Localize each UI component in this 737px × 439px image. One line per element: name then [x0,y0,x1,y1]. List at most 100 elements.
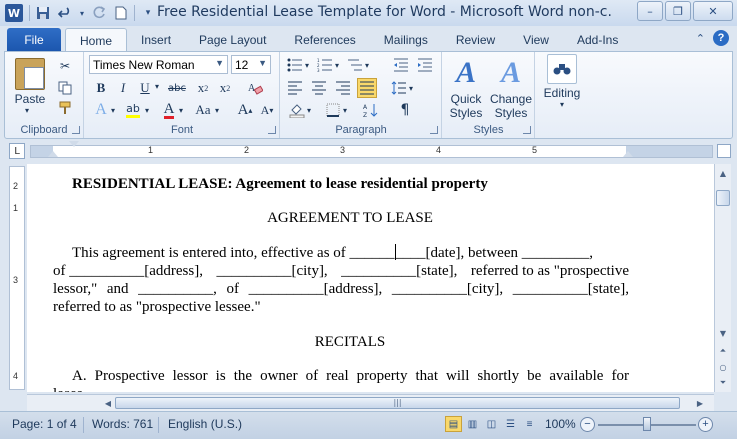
draft-view-icon[interactable]: ≡ [521,416,538,432]
minimize-icon[interactable]: – [637,1,663,21]
change-case-icon[interactable]: Aa [193,100,213,120]
underline-button[interactable]: U [135,78,155,98]
subscript-button[interactable]: x2 [193,78,213,98]
change-case-dropdown-icon[interactable]: ▾ [215,106,219,115]
vertical-scrollbar[interactable]: ▲ ▼ ⏶ ○ ⏷ [714,164,731,392]
quick-styles-button[interactable]: A Quick Styles [443,56,489,120]
horizontal-ruler[interactable]: 1 2 3 4 5 [30,141,713,158]
font-name-combo[interactable]: Times New Roman ▼ [89,55,228,74]
clipboard-dialog-launcher-icon[interactable] [72,126,80,134]
decrease-indent-icon[interactable] [391,55,411,75]
clear-formatting-icon[interactable]: A [245,78,265,98]
tab-add-ins[interactable]: Add-Ins [563,28,632,52]
line-spacing-icon[interactable] [389,78,409,98]
language-status[interactable]: English (U.S.) [168,417,242,431]
tab-references[interactable]: References [280,28,369,52]
bold-button[interactable]: B [91,78,111,98]
customize-qat-icon[interactable]: ▾ [139,4,157,22]
web-layout-icon[interactable]: ◫ [483,416,500,432]
shading-icon[interactable] [287,100,307,120]
justify-icon[interactable] [357,78,377,98]
paste-dropdown-icon[interactable]: ▾ [25,106,29,115]
full-screen-reading-icon[interactable]: ▥ [464,416,481,432]
superscript-button[interactable]: x2 [215,78,235,98]
multilevel-dropdown-icon[interactable]: ▾ [365,61,369,70]
multilevel-list-icon[interactable] [345,55,365,75]
underline-dropdown-icon[interactable]: ▾ [155,82,159,91]
select-browse-object-icon[interactable]: ○ [716,360,730,374]
zoom-out-icon[interactable]: − [580,417,595,432]
undo-icon[interactable] [56,4,74,22]
scroll-right-icon[interactable]: ▶ [693,396,707,410]
italic-button[interactable]: I [113,78,133,98]
borders-dropdown-icon[interactable]: ▾ [343,106,347,115]
format-painter-icon[interactable] [55,98,75,118]
minimize-ribbon-icon[interactable]: ⌃ [696,32,705,45]
tab-mailings[interactable]: Mailings [370,28,442,52]
right-indent-marker[interactable] [623,151,633,157]
tab-page-layout[interactable]: Page Layout [185,28,280,52]
undo-dropdown-icon[interactable]: ▾ [78,4,86,22]
vertical-scroll-thumb[interactable] [716,190,730,206]
scroll-down-icon[interactable]: ▼ [716,326,730,340]
tab-stop-selector[interactable]: L [9,143,25,159]
font-dialog-launcher-icon[interactable] [268,126,276,134]
paste-button[interactable]: Paste ▾ [7,52,53,118]
editing-button[interactable]: Editing ▾ [538,54,586,116]
tab-home[interactable]: Home [65,28,128,52]
view-ruler-icon[interactable] [717,144,731,158]
borders-icon[interactable] [323,100,343,120]
tab-review[interactable]: Review [442,28,509,52]
numbering-icon[interactable]: 123 [315,55,335,75]
highlight-dropdown-icon[interactable]: ▾ [145,106,149,115]
font-color-dropdown-icon[interactable]: ▾ [179,106,183,115]
change-styles-button[interactable]: A Change Styles [487,56,535,120]
shrink-font-icon[interactable]: A ▾ [257,100,277,120]
shading-dropdown-icon[interactable]: ▾ [307,106,311,115]
font-color-icon[interactable]: A [159,100,179,120]
tab-file[interactable]: File [7,28,61,52]
styles-dialog-launcher-icon[interactable] [523,126,531,134]
text-effects-icon[interactable]: A [91,100,111,120]
word-app-icon[interactable]: W [5,4,23,22]
tab-view[interactable]: View [509,28,563,52]
align-left-icon[interactable] [285,78,305,98]
document-area[interactable]: RESIDENTIAL LEASE: Agreement to lease re… [27,164,714,392]
zoom-in-icon[interactable]: + [698,417,713,432]
left-indent-marker[interactable] [48,151,58,157]
sort-icon[interactable]: AZ [361,100,381,120]
new-document-icon[interactable] [112,4,130,22]
close-icon[interactable]: ✕ [693,1,733,21]
numbering-dropdown-icon[interactable]: ▾ [335,61,339,70]
horizontal-scroll-thumb[interactable]: ||| [115,397,680,409]
show-formatting-marks-icon[interactable]: ¶ [395,100,415,120]
increase-indent-icon[interactable] [415,55,435,75]
previous-page-icon[interactable]: ⏶ [716,344,730,358]
text-effects-dropdown-icon[interactable]: ▾ [111,106,115,115]
page-count-status[interactable]: Page: 1 of 4 [12,417,77,431]
font-size-combo[interactable]: 12 ▼ [231,55,271,74]
text-highlight-icon[interactable]: ab [123,100,143,120]
horizontal-scrollbar[interactable]: ◀ ||| ▶ [27,394,714,411]
redo-icon[interactable] [90,4,108,22]
align-center-icon[interactable] [309,78,329,98]
tab-insert[interactable]: Insert [127,28,185,52]
zoom-level[interactable]: 100% [545,417,576,431]
copy-icon[interactable] [55,78,75,98]
outline-view-icon[interactable]: ☰ [502,416,519,432]
save-icon[interactable] [34,4,52,22]
first-line-indent-marker[interactable] [69,141,79,147]
paragraph-dialog-launcher-icon[interactable] [430,126,438,134]
restore-icon[interactable]: ❐ [665,1,691,21]
scroll-left-icon[interactable]: ◀ [101,396,115,410]
print-layout-view-icon[interactable]: ▤ [445,416,462,432]
help-icon[interactable]: ? [713,30,729,46]
strikethrough-button[interactable]: abc [167,78,187,98]
word-count-status[interactable]: Words: 761 [92,417,153,431]
scroll-up-icon[interactable]: ▲ [716,166,730,180]
line-spacing-dropdown-icon[interactable]: ▾ [409,84,413,93]
document-page[interactable]: RESIDENTIAL LEASE: Agreement to lease re… [27,164,714,392]
grow-font-icon[interactable]: A ▴ [235,100,255,120]
vertical-ruler[interactable]: 2 1 3 4 [9,166,25,390]
bullets-dropdown-icon[interactable]: ▾ [305,61,309,70]
